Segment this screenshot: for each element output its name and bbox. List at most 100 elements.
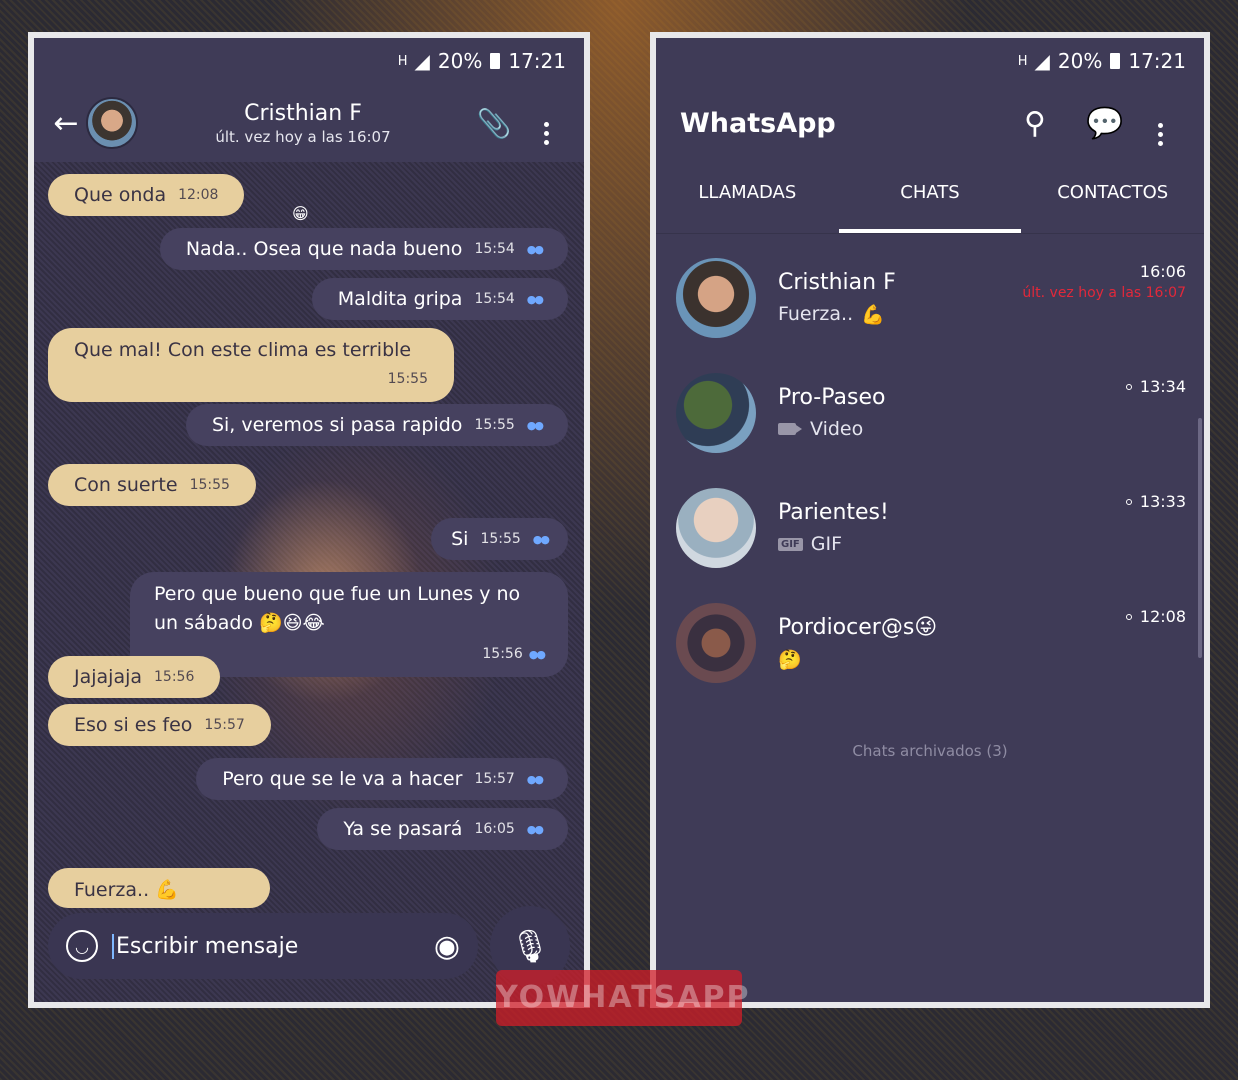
message-bubble[interactable]: Fuerza.. 💪 — [48, 868, 270, 908]
read-ticks-icon: ●● — [526, 772, 544, 786]
app-title: WhatsApp — [680, 107, 836, 139]
tab-chats[interactable]: CHATS — [838, 162, 1022, 233]
battery-icon — [1110, 53, 1121, 69]
message-text: Si, veremos si pasa rapido — [211, 414, 463, 436]
message-time: 15:54 — [474, 291, 515, 307]
message-text: Maldita gripa — [337, 288, 463, 310]
message-time: 12:08 — [178, 187, 219, 203]
signal-icon: ◢ — [1034, 49, 1050, 73]
camera-icon[interactable]: ◉ — [434, 929, 460, 964]
muted-dot-icon — [1125, 498, 1132, 505]
tab-llamadas[interactable]: LLAMADAS — [656, 162, 839, 233]
back-arrow-icon[interactable]: ← — [46, 106, 86, 141]
chat-row-pordiocer[interactable]: Pordiocer@s😜 🤔 12:08 — [656, 585, 1204, 700]
chat-row-cristhian[interactable]: Cristhian F Fuerza.. 💪 16:06 últ. vez ho… — [656, 240, 1204, 355]
scrollbar[interactable] — [1198, 418, 1202, 658]
last-seen-status: últ. vez hoy a las 16:07 — [1022, 285, 1186, 301]
chats-list-screen: H ◢ 20% 17:21 WhatsApp ⚲ 💬 LLAMADAS CHAT… — [656, 38, 1204, 1002]
list-phone-frame: H ◢ 20% 17:21 WhatsApp ⚲ 💬 LLAMADAS CHAT… — [650, 32, 1210, 1008]
signal-icon: ◢ — [414, 49, 430, 73]
app-header: WhatsApp ⚲ 💬 — [656, 84, 1204, 162]
attach-paperclip-icon[interactable]: 📎 — [468, 107, 520, 140]
contact-info[interactable]: Cristhian F últ. vez hoy a las 16:07 — [138, 101, 468, 146]
message-bubble[interactable]: Que mal! Con este clima es terrible 15:5… — [48, 328, 454, 402]
chat-phone-frame: H ◢ 20% 17:21 ← Cristhian F últ. vez hoy… — [28, 32, 590, 1008]
contact-name: Cristhian F — [244, 100, 362, 126]
status-bar: H ◢ 20% 17:21 — [656, 38, 1204, 84]
chat-name: Parientes! — [778, 500, 889, 525]
watermark-logo: YOWHATSAPP — [496, 970, 749, 1026]
input-pill: ◡ ◉ — [48, 913, 478, 979]
message-text: Que mal! Con este clima es terrible — [74, 339, 412, 361]
message-time: 15:55 — [189, 477, 230, 493]
message-bubble[interactable]: Pero que se le va a hacer 15:57 ●● — [196, 758, 568, 800]
message-text: Fuerza.. 💪 — [74, 879, 179, 901]
message-time: 15:57 — [474, 771, 515, 787]
flexed-bicep-emoji: 💪 — [861, 303, 885, 326]
chat-header: ← Cristhian F últ. vez hoy a las 16:07 📎 — [34, 84, 584, 162]
message-text: Que onda — [74, 184, 167, 206]
tab-contactos[interactable]: CONTACTOS — [1021, 162, 1204, 233]
message-text: Pero que bueno que fue un Lunes y no un … — [154, 583, 521, 634]
archived-chats-link[interactable]: Chats archivados (3) — [656, 742, 1204, 760]
message-text: Eso si es feo — [74, 714, 193, 736]
chat-row-parientes[interactable]: Parientes! GIF GIF 13:33 — [656, 470, 1204, 585]
read-ticks-icon: ●● — [532, 532, 550, 546]
chat-preview: GIF GIF — [778, 533, 1186, 555]
chat-name: Pordiocer@s😜 — [778, 614, 938, 640]
muted-dot-icon — [1125, 383, 1132, 390]
avatar[interactable] — [676, 372, 756, 453]
message-input[interactable] — [112, 933, 420, 959]
video-icon — [778, 423, 802, 435]
muted-dot-icon — [1125, 613, 1132, 620]
more-options-icon[interactable] — [520, 101, 572, 145]
chat-screen: H ◢ 20% 17:21 ← Cristhian F últ. vez hoy… — [34, 38, 584, 1002]
gif-icon: GIF — [778, 537, 803, 551]
clock: 17:21 — [1128, 49, 1186, 73]
message-time: 15:55 — [474, 417, 515, 433]
message-bubble[interactable]: Nada.. Osea que nada bueno 15:54 ●● — [159, 228, 568, 270]
battery-level: 20% — [1057, 49, 1103, 73]
chat-row-pro-paseo[interactable]: Pro-Paseo Video 13:34 — [656, 355, 1204, 470]
message-list[interactable]: 😁 Que onda 12:08 Nada.. Osea que nada bu… — [34, 162, 584, 1002]
message-bubble[interactable]: Maldita gripa 15:54 ●● — [311, 278, 568, 320]
message-text: Con suerte — [74, 474, 178, 496]
message-bubble[interactable]: Eso si es feo 15:57 — [48, 704, 271, 746]
emoji-icon[interactable]: ◡ — [66, 930, 98, 962]
message-time: 16:05 — [474, 821, 515, 837]
message-time: 15:56 — [154, 669, 195, 685]
avatar[interactable] — [676, 487, 756, 568]
chat-preview: 🤔 — [778, 648, 802, 671]
avatar[interactable] — [676, 602, 756, 683]
new-chat-icon[interactable]: 💬 — [1070, 106, 1140, 141]
chat-time: 12:08 — [1139, 607, 1186, 626]
message-composer: ◡ ◉ 🎙 — [48, 906, 570, 986]
message-time: 15:55 — [387, 371, 428, 387]
contact-avatar[interactable] — [86, 97, 138, 149]
battery-icon — [490, 53, 501, 69]
avatar[interactable] — [676, 257, 756, 338]
message-time: 15:54 — [474, 241, 515, 257]
message-text: Jajajaja — [74, 666, 143, 688]
mic-icon: 🎙 — [509, 927, 551, 965]
chat-time: 13:33 — [1139, 492, 1186, 511]
chat-preview: Video — [778, 418, 1186, 440]
chat-name: Pro-Paseo — [778, 385, 886, 410]
network-type: H — [397, 53, 408, 69]
network-type: H — [1017, 53, 1028, 69]
more-options-icon[interactable] — [1140, 101, 1180, 146]
search-icon[interactable]: ⚲ — [1000, 106, 1070, 141]
read-ticks-icon: ●● — [526, 242, 544, 256]
message-bubble[interactable]: Si, veremos si pasa rapido 15:55 ●● — [185, 404, 568, 446]
message-bubble[interactable]: Que onda 12:08 — [48, 174, 245, 216]
battery-level: 20% — [437, 49, 483, 73]
status-bar: H ◢ 20% 17:21 — [34, 38, 584, 84]
tab-bar: LLAMADAS CHATS CONTACTOS — [656, 162, 1204, 234]
message-bubble[interactable]: Ya se pasará 16:05 ●● — [317, 808, 568, 850]
chat-preview: Fuerza.. 💪 — [778, 303, 885, 326]
message-time: 15:56 — [482, 646, 523, 662]
clock: 17:21 — [508, 49, 566, 73]
message-bubble[interactable]: Con suerte 15:55 — [48, 464, 256, 506]
message-bubble[interactable]: Jajajaja 15:56 — [48, 656, 221, 698]
message-bubble[interactable]: Si 15:55 ●● — [431, 518, 568, 560]
